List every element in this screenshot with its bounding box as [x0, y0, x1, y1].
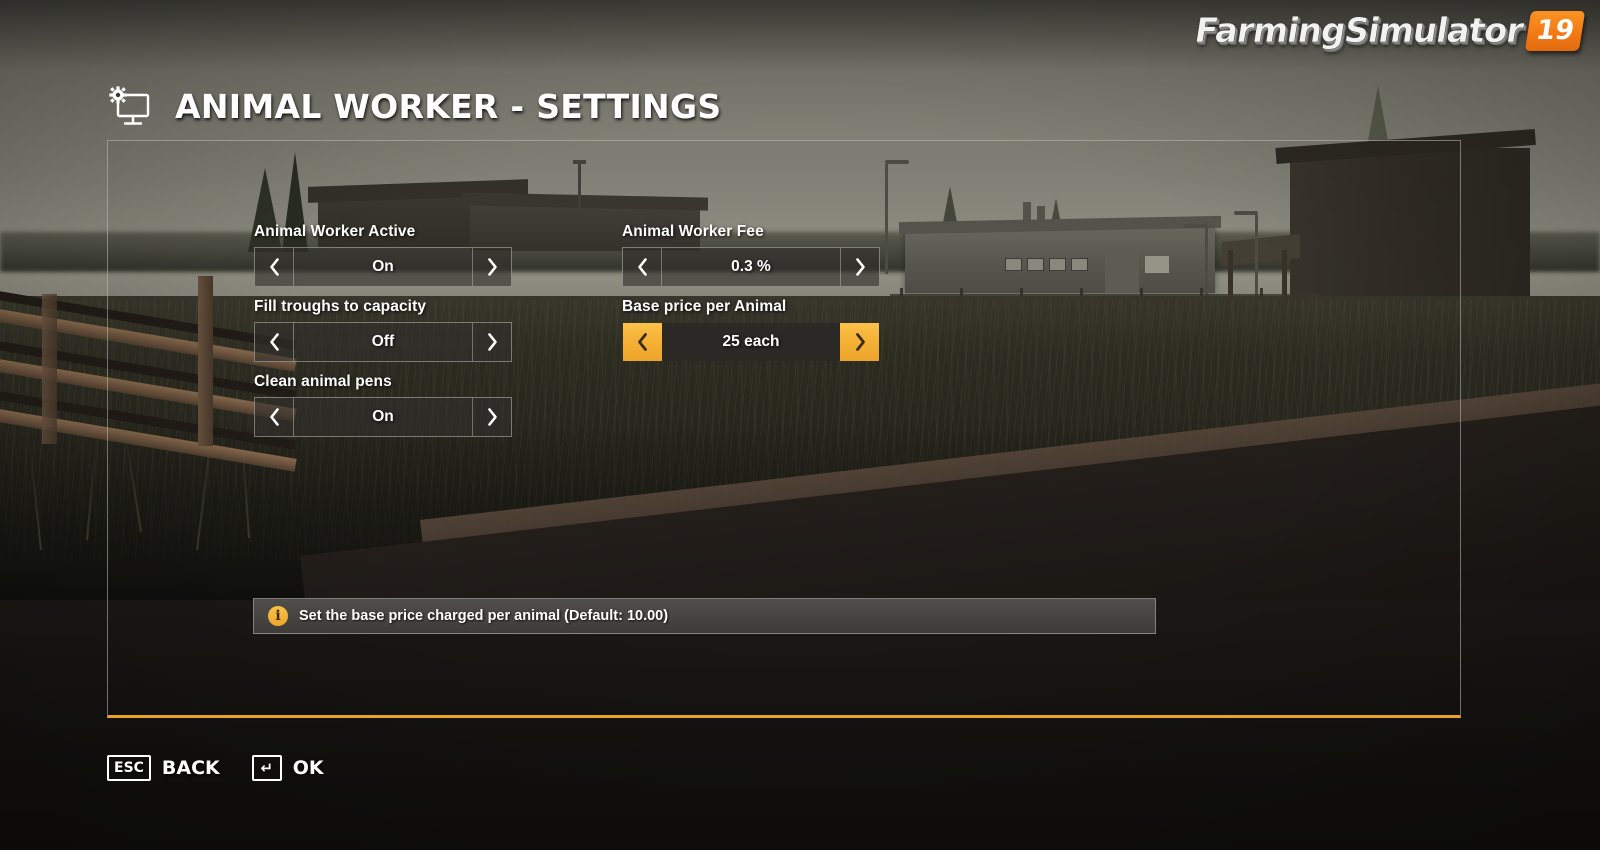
chevron-right-icon[interactable] [840, 248, 879, 286]
enter-key-badge: ↵ [251, 755, 282, 781]
setting-clean-animal-pens: Clean animal pens On [254, 373, 512, 437]
setting-animal-worker-fee: Animal Worker Fee 0.3 % [622, 223, 880, 287]
game-logo: FarmingSimulator 19 [1191, 8, 1586, 54]
page-header: ANIMAL WORKER - SETTINGS [107, 84, 721, 128]
setting-label: Animal Worker Fee [622, 223, 764, 240]
help-text: Set the base price charged per animal (D… [299, 608, 669, 624]
back-button[interactable]: ESC BACK [107, 755, 220, 781]
page-title: ANIMAL WORKER - SETTINGS [175, 86, 722, 126]
back-button-label: BACK [161, 757, 220, 779]
setting-value: On [372, 258, 394, 275]
chevron-right-icon[interactable] [472, 323, 511, 361]
chevron-right-icon[interactable] [840, 323, 879, 361]
setting-control[interactable]: On [254, 247, 512, 287]
chevron-right-icon[interactable] [472, 398, 511, 436]
chevron-left-icon[interactable] [623, 248, 662, 286]
footer-actions: ESC BACK ↵ OK [107, 755, 324, 781]
setting-base-price-per-animal: Base price per Animal 25 each [622, 298, 880, 362]
ok-button[interactable]: ↵ OK [251, 755, 324, 781]
setting-control[interactable]: 0.3 % [622, 247, 880, 287]
setting-fill-troughs-to-capacity: Fill troughs to capacity Off [254, 298, 512, 362]
esc-key-badge: ESC [107, 755, 151, 781]
chevron-left-icon[interactable] [255, 248, 294, 286]
monitor-gear-icon [107, 84, 153, 128]
logo-edition-badge: 19 [1525, 11, 1586, 51]
chevron-left-icon[interactable] [623, 323, 662, 361]
setting-label: Base price per Animal [622, 298, 787, 315]
setting-label: Clean animal pens [254, 373, 392, 390]
setting-value: 25 each [662, 323, 840, 361]
info-icon: i [268, 606, 288, 626]
setting-animal-worker-active: Animal Worker Active On [254, 223, 512, 287]
ok-button-label: OK [292, 757, 324, 779]
setting-label: Animal Worker Active [254, 223, 416, 240]
setting-value: 0.3 % [731, 258, 771, 275]
setting-value: Off [371, 333, 395, 350]
chevron-left-icon[interactable] [255, 323, 294, 361]
chevron-left-icon[interactable] [255, 398, 294, 436]
setting-control[interactable]: Off [254, 322, 512, 362]
setting-control[interactable]: On [254, 397, 512, 437]
setting-control[interactable]: 25 each [622, 322, 880, 362]
help-bar: i Set the base price charged per animal … [253, 598, 1156, 634]
setting-value: On [372, 408, 394, 425]
setting-label: Fill troughs to capacity [254, 298, 427, 315]
logo-wordmark: FarmingSimulator [1191, 11, 1526, 52]
chevron-right-icon[interactable] [472, 248, 511, 286]
